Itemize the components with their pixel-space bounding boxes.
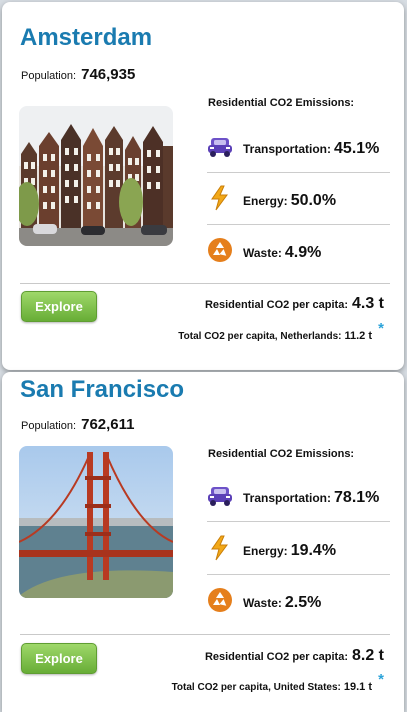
total-label: Total CO2 per capita, Netherlands: [178, 331, 342, 342]
footnote-star[interactable]: * [378, 320, 384, 337]
per-capita: Residential CO2 per capita: 8.2 t [205, 647, 384, 665]
population-value: 762,611 [81, 416, 135, 433]
per-capita-value: 4.3 t [351, 295, 384, 312]
population: Population: 746,935 [21, 66, 135, 83]
emission-label: Transportation: [243, 491, 332, 505]
footnote-star[interactable]: * [378, 671, 384, 688]
city-card-san-francisco: San Francisco Population: 762,611 Reside… [2, 372, 404, 712]
emission-value: 19.4% [290, 542, 337, 559]
population-label: Population: [21, 70, 77, 82]
total-value: 19.1 t [343, 681, 372, 693]
lightning-icon [211, 185, 228, 211]
emissions-heading: Residential CO2 Emissions: [208, 97, 355, 109]
lightning-icon [211, 535, 228, 561]
city-photo [19, 446, 173, 598]
emission-row-transportation: Transportation: 45.1% [206, 121, 390, 171]
explore-button[interactable]: Explore [21, 291, 97, 322]
emission-row-energy: Energy: 50.0% [206, 173, 390, 223]
per-capita-value: 8.2 t [351, 647, 384, 664]
per-capita-label: Residential CO2 per capita: [204, 299, 348, 311]
total-per-capita: Total CO2 per capita, Netherlands: 11.2 t [178, 330, 372, 342]
recycle-icon [208, 588, 232, 612]
emission-value: 2.5% [284, 594, 322, 611]
population-label: Population: [21, 420, 77, 432]
car-icon [208, 138, 232, 157]
emission-row-energy: Energy: 19.4% [206, 523, 390, 573]
emission-value: 4.9% [284, 244, 322, 261]
population-value: 746,935 [81, 66, 136, 83]
emission-label: Transportation: [243, 142, 332, 156]
city-title: San Francisco [20, 376, 185, 403]
city-card-amsterdam: Amsterdam Population: 746,935 Residentia… [2, 2, 404, 370]
emission-value: 78.1% [334, 489, 380, 506]
emission-value: 50.0% [290, 192, 337, 209]
city-title: Amsterdam [20, 24, 153, 51]
row-divider [207, 521, 390, 522]
total-label: Total CO2 per capita, United States: [171, 682, 341, 693]
per-capita-label: Residential CO2 per capita: [204, 651, 348, 663]
section-divider [20, 283, 390, 284]
emission-label: Waste: [243, 596, 282, 610]
emissions-heading: Residential CO2 Emissions: [208, 448, 355, 460]
explore-button[interactable]: Explore [21, 643, 97, 674]
car-icon [208, 487, 232, 506]
emission-label: Energy: [243, 194, 288, 208]
section-divider [20, 634, 390, 635]
emission-row-waste: Waste: 4.9% [206, 225, 390, 275]
total-value: 11.2 t [344, 330, 372, 342]
emission-value: 45.1% [334, 140, 380, 157]
total-per-capita: Total CO2 per capita, United States: 19.1… [172, 681, 372, 693]
city-photo [19, 106, 173, 246]
population: Population: 762,611 [21, 416, 135, 433]
recycle-icon [208, 238, 232, 262]
per-capita: Residential CO2 per capita: 4.3 t [205, 295, 384, 313]
emission-row-waste: Waste: 2.5% [206, 575, 390, 625]
emission-row-transportation: Transportation: 78.1% [206, 470, 390, 520]
emission-label: Waste: [243, 246, 282, 260]
emission-label: Energy: [243, 544, 288, 558]
